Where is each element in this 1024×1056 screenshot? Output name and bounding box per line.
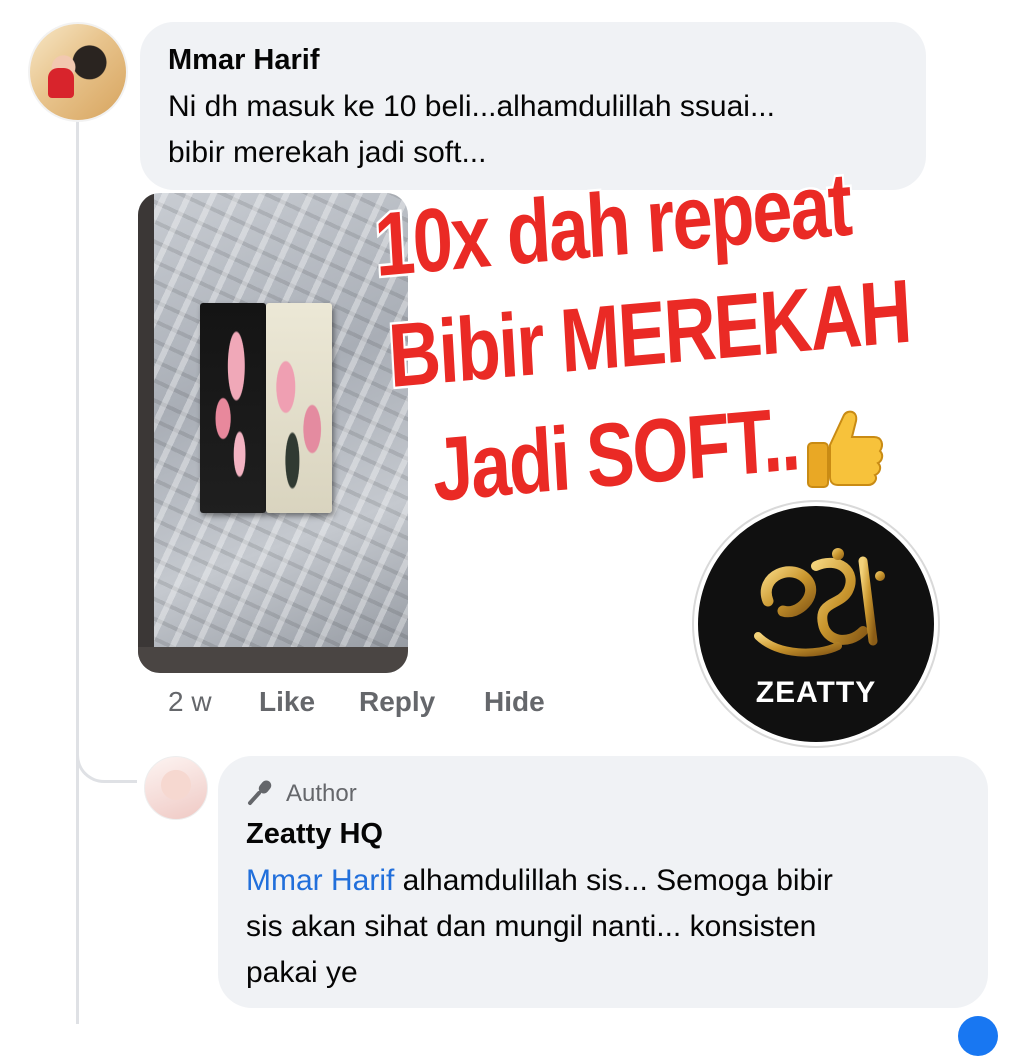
- reply-text-line-1: Mmar Harif alhamdulillah sis... Semoga b…: [246, 858, 833, 904]
- hide-button[interactable]: Hide: [484, 686, 545, 718]
- brand-logo: ZEATTY: [694, 502, 938, 746]
- brand-wordmark: ZEATTY: [755, 676, 877, 709]
- reply-button[interactable]: Reply: [359, 686, 435, 718]
- like-button[interactable]: Like: [259, 686, 315, 718]
- lipstick-cream-case: [266, 303, 332, 513]
- reply-text-part-1: alhamdulillah sis... Semoga bibir: [394, 864, 833, 897]
- lipstick-black-case: [200, 303, 266, 513]
- comment-photo[interactable]: [138, 193, 408, 673]
- thumbs-up-icon: [807, 410, 884, 488]
- reaction-badge[interactable]: [958, 1016, 998, 1056]
- comment-text-line-1: Ni dh masuk ke 10 beli...alhamdulillah s…: [168, 90, 775, 123]
- mention-link[interactable]: Mmar Harif: [246, 864, 394, 897]
- photo-bag-edge: [138, 193, 154, 673]
- comment-text-line-2: bibir merekah jadi soft...: [168, 136, 487, 169]
- overlay-line-3: Jadi SOFT..: [428, 387, 803, 523]
- commenter-avatar[interactable]: [28, 22, 128, 122]
- thread-line: [76, 120, 79, 1024]
- reply-author-avatar[interactable]: [144, 756, 208, 820]
- microphone-icon: [248, 780, 272, 805]
- reply-author-name[interactable]: Zeatty HQ: [246, 818, 383, 851]
- photo-bag-bottom: [138, 647, 408, 673]
- commenter-name[interactable]: Mmar Harif: [168, 44, 320, 77]
- author-badge-label: Author: [286, 780, 357, 807]
- comment-timestamp[interactable]: 2 w: [168, 686, 212, 718]
- thread-connector: [76, 690, 137, 783]
- reply-text-line-2: sis akan sihat dan mungil nanti... konsi…: [246, 910, 817, 943]
- reply-text-line-3: pakai ye: [246, 956, 358, 989]
